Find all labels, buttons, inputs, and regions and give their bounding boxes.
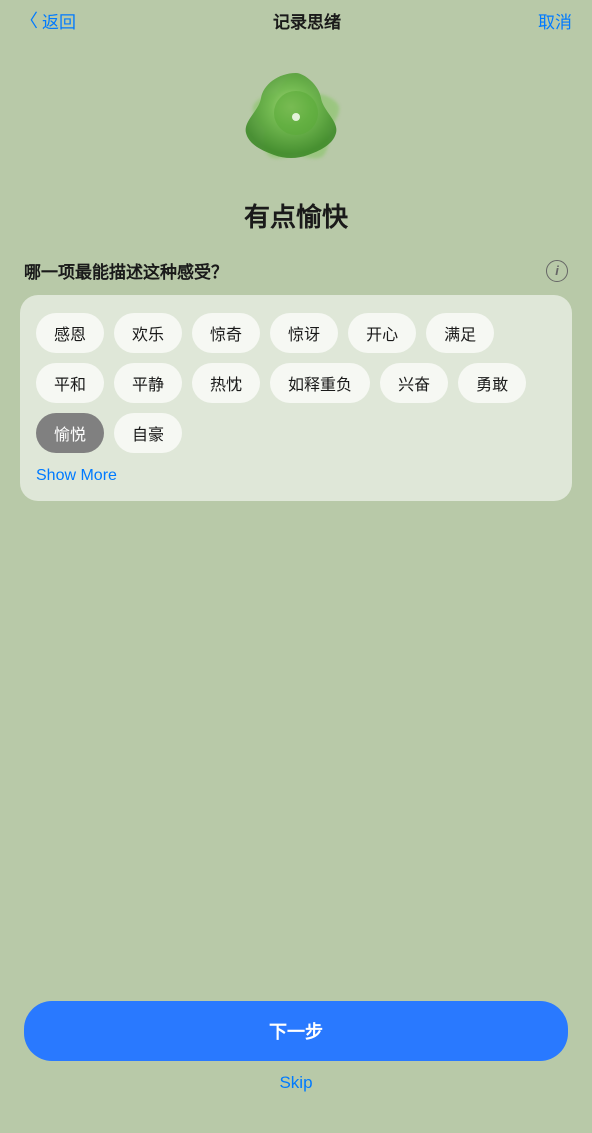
tags-card: 感恩欢乐惊奇惊讶开心满足平和平静热忱如释重负兴奋勇敢愉悦自豪 Show More	[20, 295, 572, 501]
tag-t11[interactable]: 兴奋	[380, 363, 448, 403]
question-row: 哪一项最能描述这种感受？ i	[0, 258, 592, 295]
skip-button[interactable]: Skip	[24, 1073, 568, 1093]
nav-bar: 〈 返回 记录思绪 取消	[0, 0, 592, 45]
flower-icon	[241, 65, 351, 175]
info-icon[interactable]: i	[546, 260, 568, 282]
tag-t2[interactable]: 欢乐	[114, 313, 182, 353]
back-button[interactable]: 〈 返回	[20, 8, 76, 33]
tag-t3[interactable]: 惊奇	[192, 313, 260, 353]
info-icon-label: i	[555, 263, 559, 278]
cancel-button[interactable]: 取消	[538, 8, 572, 33]
tag-t7[interactable]: 平和	[36, 363, 104, 403]
tag-t1[interactable]: 感恩	[36, 313, 104, 353]
tag-t6[interactable]: 满足	[426, 313, 494, 353]
back-label: 返回	[42, 8, 76, 33]
mood-flower	[0, 45, 592, 185]
next-button[interactable]: 下一步	[24, 1001, 568, 1061]
page-title: 记录思绪	[273, 8, 341, 33]
tag-t4[interactable]: 惊讶	[270, 313, 338, 353]
tag-t14[interactable]: 自豪	[114, 413, 182, 453]
tags-container: 感恩欢乐惊奇惊讶开心满足平和平静热忱如释重负兴奋勇敢愉悦自豪	[36, 313, 556, 453]
mood-title: 有点愉快	[0, 185, 592, 258]
tag-t5[interactable]: 开心	[348, 313, 416, 353]
show-more-button[interactable]: Show More	[36, 467, 117, 485]
tag-t9[interactable]: 热忱	[192, 363, 260, 403]
tag-t12[interactable]: 勇敢	[458, 363, 526, 403]
bottom-section: 下一步 Skip	[0, 985, 592, 1133]
tag-t10[interactable]: 如释重负	[270, 363, 370, 403]
tag-t13[interactable]: 愉悦	[36, 413, 104, 453]
chevron-left-icon: 〈	[20, 12, 38, 30]
tag-t8[interactable]: 平静	[114, 363, 182, 403]
question-text: 哪一项最能描述这种感受？	[24, 258, 228, 283]
